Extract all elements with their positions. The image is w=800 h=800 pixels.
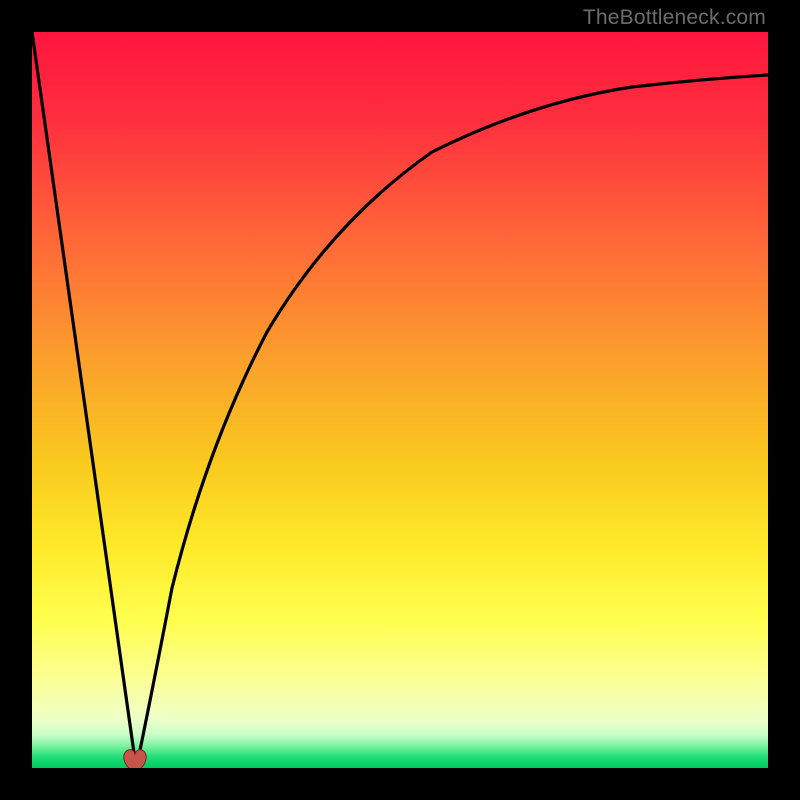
- watermark-text: TheBottleneck.com: [583, 6, 766, 30]
- bottleneck-curve: [32, 32, 768, 768]
- chart-frame: TheBottleneck.com: [0, 0, 800, 800]
- plot-area: [32, 32, 768, 768]
